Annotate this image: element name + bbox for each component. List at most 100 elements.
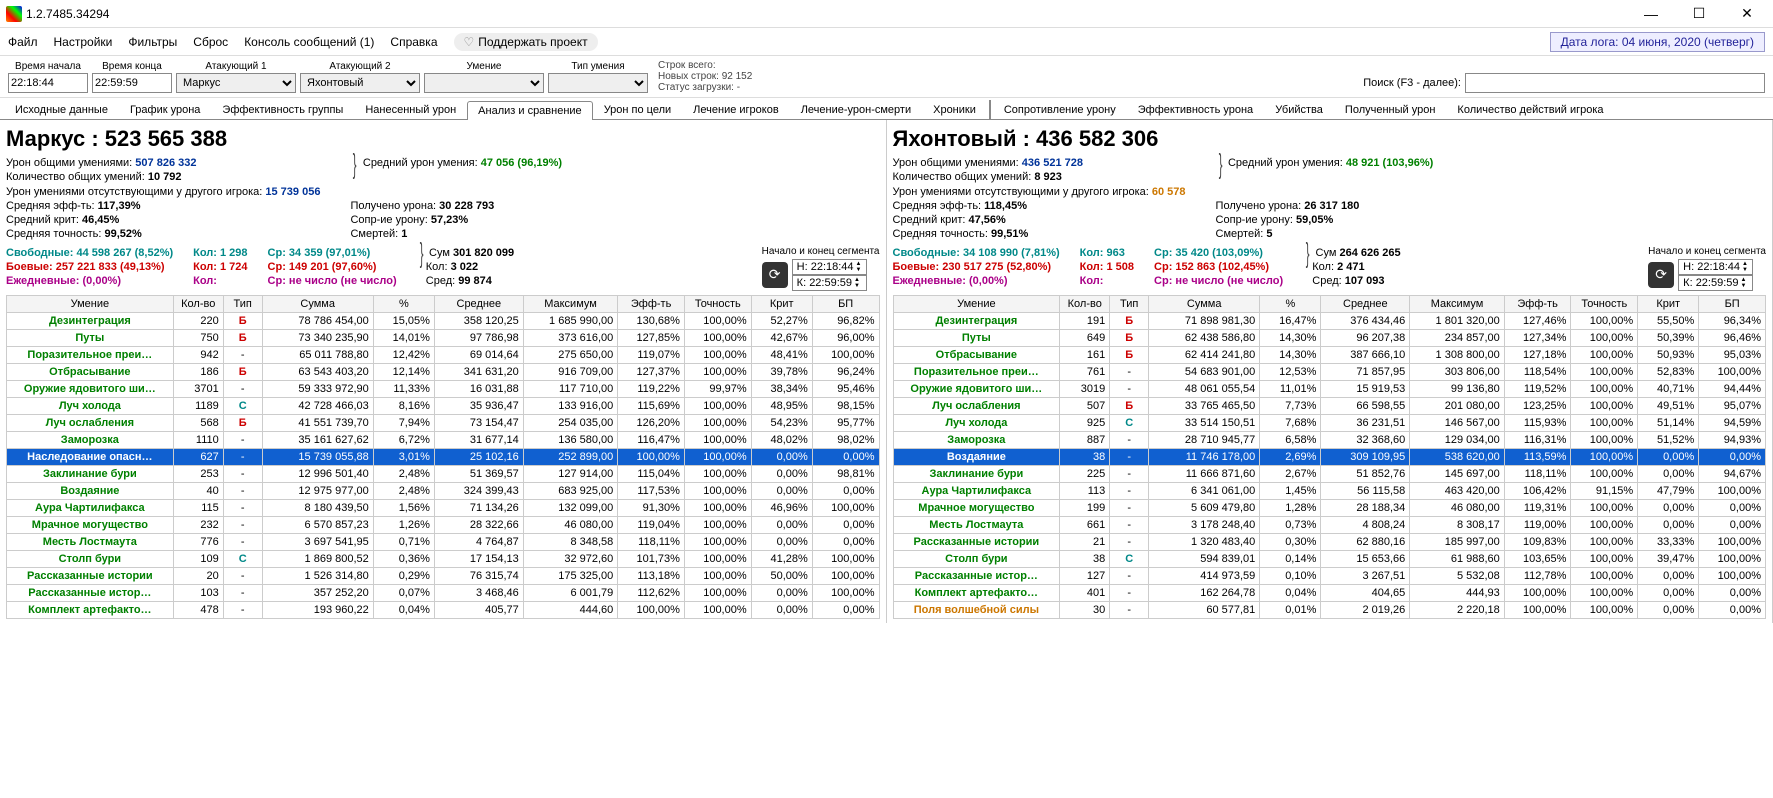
table-row[interactable]: Оружие ядовитого ши… 3701 - 59 333 972,9…	[7, 380, 880, 397]
search-input[interactable]	[1465, 73, 1765, 93]
table-row[interactable]: Комплект артефакто… 478 - 193 960,220,04…	[7, 601, 880, 618]
table-row[interactable]: Мрачное могущество 232 - 6 570 857,231,2…	[7, 516, 880, 533]
tab-5[interactable]: Урон по цели	[593, 100, 682, 119]
col-header[interactable]: Точность	[684, 295, 751, 312]
col-header[interactable]: Крит	[1638, 295, 1699, 312]
table-row[interactable]: Столп бури 109 С 1 869 800,520,36%17 154…	[7, 550, 880, 567]
col-header[interactable]: БП	[812, 295, 879, 312]
menu-file[interactable]: Файл	[8, 35, 38, 49]
skill-select[interactable]	[424, 73, 544, 93]
table-row[interactable]: Комплект артефакто… 401 - 162 264,780,04…	[893, 584, 1766, 601]
player-stats: Урон общими умениями: 507 826 332 Количе…	[6, 156, 880, 242]
col-header[interactable]: %	[1260, 295, 1321, 312]
table-row[interactable]: Оружие ядовитого ши… 3019 - 48 061 055,5…	[893, 380, 1766, 397]
table-row[interactable]: Месть Лостмаута 776 - 3 697 541,950,71%4…	[7, 533, 880, 550]
player-name: Маркус : 523 565 388	[6, 126, 880, 152]
tab-1[interactable]: График урона	[119, 100, 211, 119]
tab-2[interactable]: Эффективность группы	[211, 100, 354, 119]
refresh-button[interactable]: ⟳	[762, 262, 788, 288]
table-row[interactable]: Отбрасывание 186 Б 63 543 403,2012,14%34…	[7, 363, 880, 380]
col-header[interactable]: Эфф-ть	[1504, 295, 1571, 312]
table-row[interactable]: Луч холода 925 С 33 514 150,517,68%36 23…	[893, 414, 1766, 431]
col-header[interactable]: Сумма	[262, 295, 373, 312]
table-row[interactable]: Путы 750 Б 73 340 235,9014,01%97 786,983…	[7, 329, 880, 346]
seg-end[interactable]: К: 22:59:59▲▼	[1678, 275, 1753, 291]
table-row[interactable]: Рассказанные истории 20 - 1 526 314,800,…	[7, 567, 880, 584]
table-row[interactable]: Дезинтеграция 220 Б 78 786 454,0015,05%3…	[7, 312, 880, 329]
table-row[interactable]: Луч ослабления 507 Б 33 765 465,507,73%6…	[893, 397, 1766, 414]
tab-7[interactable]: Лечение-урон-смерти	[790, 100, 922, 119]
table-row[interactable]: Заклинание бури 253 - 12 996 501,402,48%…	[7, 465, 880, 482]
table-row[interactable]: Рассказанные истор… 103 - 357 252,200,07…	[7, 584, 880, 601]
table-row[interactable]: Наследование опасн… 627 - 15 739 055,883…	[7, 448, 880, 465]
refresh-button[interactable]: ⟳	[1648, 262, 1674, 288]
skill-type-select[interactable]	[548, 73, 648, 93]
col-header[interactable]: Умение	[7, 295, 174, 312]
support-button[interactable]: ♡Поддержать проект	[454, 33, 598, 51]
table-row[interactable]: Рассказанные истор… 127 - 414 973,590,10…	[893, 567, 1766, 584]
close-button[interactable]: ✕	[1727, 2, 1767, 26]
table-row[interactable]: Поля волшебной силы 30 - 60 577,810,01%2…	[893, 601, 1766, 618]
tab-3[interactable]: Нанесенный урон	[354, 100, 467, 119]
seg-start[interactable]: Н: 22:18:44▲▼	[1678, 259, 1753, 275]
menu-reset[interactable]: Сброс	[193, 35, 228, 49]
table-row[interactable]: Месть Лостмаута 661 - 3 178 248,400,73%4…	[893, 516, 1766, 533]
table-row[interactable]: Рассказанные истории 21 - 1 320 483,400,…	[893, 533, 1766, 550]
menu-filters[interactable]: Фильтры	[128, 35, 177, 49]
table-row[interactable]: Столп бури 38 С 594 839,010,14%15 653,66…	[893, 550, 1766, 567]
seg-end[interactable]: К: 22:59:59▲▼	[792, 275, 867, 291]
maximize-button[interactable]: ☐	[1679, 2, 1719, 26]
col-header[interactable]: Эфф-ть	[618, 295, 685, 312]
table-row[interactable]: Воздаяние 38 - 11 746 178,002,69%309 109…	[893, 448, 1766, 465]
col-header[interactable]: Сумма	[1149, 295, 1260, 312]
table-row[interactable]: Поразительное преи… 761 - 54 683 901,001…	[893, 363, 1766, 380]
col-header[interactable]: Тип	[1110, 295, 1149, 312]
tab-10[interactable]: Эффективность урона	[1127, 100, 1264, 119]
table-row[interactable]: Заморозка 887 - 28 710 945,776,58%32 368…	[893, 431, 1766, 448]
table-row[interactable]: Луч холода 1189 С 42 728 466,038,16%35 9…	[7, 397, 880, 414]
table-row[interactable]: Заморозка 1110 - 35 161 627,626,72%31 67…	[7, 431, 880, 448]
menu-settings[interactable]: Настройки	[54, 35, 113, 49]
menu-help[interactable]: Справка	[390, 35, 437, 49]
tab-4[interactable]: Анализ и сравнение	[467, 101, 593, 120]
col-header[interactable]: %	[373, 295, 434, 312]
seg-start[interactable]: Н: 22:18:44▲▼	[792, 259, 867, 275]
tab-9[interactable]: Сопротивление урону	[993, 100, 1127, 119]
col-header[interactable]: Тип	[223, 295, 262, 312]
table-row[interactable]: Заклинание бури 225 - 11 666 871,602,67%…	[893, 465, 1766, 482]
attacker2-select[interactable]: Яхонтовый	[300, 73, 420, 93]
tab-12[interactable]: Полученный урон	[1334, 100, 1447, 119]
col-header[interactable]: Кол-во	[173, 295, 223, 312]
window-title: 1.2.7485.34294	[26, 7, 1631, 21]
col-header[interactable]: Умение	[893, 295, 1060, 312]
app-icon	[6, 6, 22, 22]
table-row[interactable]: Путы 649 Б 62 438 586,8014,30%96 207,382…	[893, 329, 1766, 346]
time-start-input[interactable]	[8, 73, 88, 93]
tab-8[interactable]: Хроники	[922, 100, 987, 119]
table-row[interactable]: Аура Чартилифакса 115 - 8 180 439,501,56…	[7, 499, 880, 516]
col-header[interactable]: Крит	[751, 295, 812, 312]
col-header[interactable]: Среднее	[434, 295, 523, 312]
col-header[interactable]: Точность	[1571, 295, 1638, 312]
col-header[interactable]: Максимум	[1410, 295, 1504, 312]
minimize-button[interactable]: —	[1631, 2, 1671, 26]
menu-console[interactable]: Консоль сообщений (1)	[244, 35, 374, 49]
table-row[interactable]: Аура Чартилифакса 113 - 6 341 061,001,45…	[893, 482, 1766, 499]
table-row[interactable]: Дезинтеграция 191 Б 71 898 981,3016,47%3…	[893, 312, 1766, 329]
tab-11[interactable]: Убийства	[1264, 100, 1334, 119]
table-row[interactable]: Поразительное преи… 942 - 65 011 788,801…	[7, 346, 880, 363]
table-row[interactable]: Мрачное могущество 199 - 5 609 479,801,2…	[893, 499, 1766, 516]
table-row[interactable]: Луч ослабления 568 Б 41 551 739,707,94%7…	[7, 414, 880, 431]
col-header[interactable]: БП	[1699, 295, 1766, 312]
time-end-input[interactable]	[92, 73, 172, 93]
tab-0[interactable]: Исходные данные	[4, 100, 119, 119]
skills-table: УмениеКол-воТипСумма%СреднееМаксимумЭфф-…	[893, 295, 1767, 619]
tab-6[interactable]: Лечение игроков	[682, 100, 790, 119]
tab-13[interactable]: Количество действий игрока	[1446, 100, 1614, 119]
col-header[interactable]: Максимум	[523, 295, 617, 312]
table-row[interactable]: Воздаяние 40 - 12 975 977,002,48%324 399…	[7, 482, 880, 499]
table-row[interactable]: Отбрасывание 161 Б 62 414 241,8014,30%38…	[893, 346, 1766, 363]
col-header[interactable]: Среднее	[1321, 295, 1410, 312]
col-header[interactable]: Кол-во	[1060, 295, 1110, 312]
attacker1-select[interactable]: Маркус	[176, 73, 296, 93]
